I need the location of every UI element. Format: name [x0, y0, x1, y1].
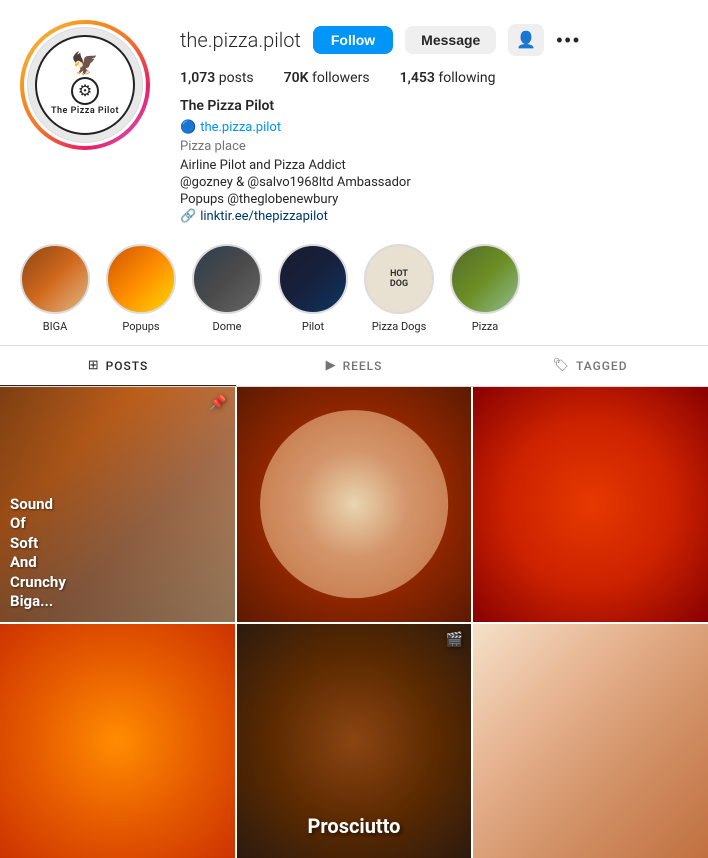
post-1-text: SoundOfSoftAndCrunchyBiga...	[0, 485, 76, 622]
post-6[interactable]	[473, 624, 708, 858]
tab-tagged[interactable]: 🏷 TAGGED	[472, 346, 708, 386]
bio-link[interactable]: 🔗 linktir.ee/thepizzapilot	[180, 209, 688, 224]
bio-line2: @gozney & @salvo1968ltd Ambassador	[180, 175, 688, 190]
tab-reels-label: REELS	[343, 359, 383, 373]
bio-line1: Airline Pilot and Pizza Addict	[180, 158, 688, 173]
tagged-icon: 🏷	[552, 358, 570, 373]
post-4[interactable]	[0, 624, 235, 858]
pin-icon: 📌	[209, 395, 226, 411]
story-pizzadogs[interactable]: HOTDOG Pizza Dogs	[364, 244, 434, 333]
post-1[interactable]: 📌 SoundOfSoftAndCrunchyBiga...	[0, 387, 235, 622]
story-pilot[interactable]: Pilot	[278, 244, 348, 333]
posts-grid: 📌 SoundOfSoftAndCrunchyBiga... 🎬 Prosciu…	[0, 387, 708, 858]
stats-row: 1,073 posts 70K followers 1,453 followin…	[180, 70, 688, 86]
story-label-popups: Popups	[122, 320, 159, 333]
logo-gear: ⚙	[78, 81, 92, 100]
tab-posts[interactable]: ⊞ POSTS	[0, 346, 236, 386]
post-5[interactable]: 🎬 Prosciutto	[237, 624, 472, 858]
story-label-pizza: Pizza	[472, 320, 499, 333]
story-pizza[interactable]: Pizza	[450, 244, 520, 333]
story-label-biga: BIGA	[43, 320, 68, 333]
message-button[interactable]: Message	[405, 26, 496, 54]
story-dome[interactable]: Dome	[192, 244, 262, 333]
display-name: The Pizza Pilot	[180, 98, 688, 114]
add-person-button[interactable]: 👤	[508, 24, 544, 56]
post-5-text: Prosciutto	[237, 814, 472, 838]
more-options-button[interactable]: •••	[556, 30, 581, 51]
tabs-row: ⊞ POSTS ▶ REELS 🏷 TAGGED	[0, 346, 708, 387]
tab-reels[interactable]: ▶ REELS	[236, 346, 472, 386]
profile-info: the.pizza.pilot Follow Message 👤 ••• 1,0…	[180, 20, 688, 224]
story-label-dome: Dome	[213, 320, 242, 333]
follow-button[interactable]: Follow	[313, 26, 393, 54]
video-icon: 🎬	[446, 632, 463, 648]
story-popups[interactable]: Popups	[106, 244, 176, 333]
profile-header: 🦅 ⚙ The Pizza Pilot the.pizza.pilot Foll…	[0, 0, 708, 234]
story-label-pizzadogs: Pizza Dogs	[372, 320, 427, 333]
category: Pizza place	[180, 139, 688, 154]
posts-icon: ⊞	[88, 358, 100, 373]
tab-posts-label: POSTS	[106, 359, 149, 373]
followers-stat[interactable]: 70K followers	[284, 70, 370, 86]
post-2[interactable]	[237, 387, 472, 622]
story-label-pilot: Pilot	[302, 320, 324, 333]
avatar[interactable]: 🦅 ⚙ The Pizza Pilot	[20, 20, 150, 150]
bio-line3: Popups @theglobenewbury	[180, 192, 688, 207]
following-stat[interactable]: 1,453 following	[400, 70, 496, 86]
username-row: the.pizza.pilot Follow Message 👤 •••	[180, 24, 688, 56]
post-3[interactable]	[473, 387, 708, 622]
verified-badge: 🔵 the.pizza.pilot	[180, 120, 281, 135]
logo-text: The Pizza Pilot	[51, 106, 119, 117]
username: the.pizza.pilot	[180, 28, 301, 52]
story-biga[interactable]: BIGA	[20, 244, 90, 333]
stories-section: BIGA Popups Dome Pilot HOTDOG Pizza Dogs…	[0, 234, 708, 345]
reels-icon: ▶	[326, 358, 337, 373]
posts-stat[interactable]: 1,073 posts	[180, 70, 254, 86]
logo-wings: 🦅	[71, 54, 98, 76]
tab-tagged-label: TAGGED	[576, 359, 628, 373]
